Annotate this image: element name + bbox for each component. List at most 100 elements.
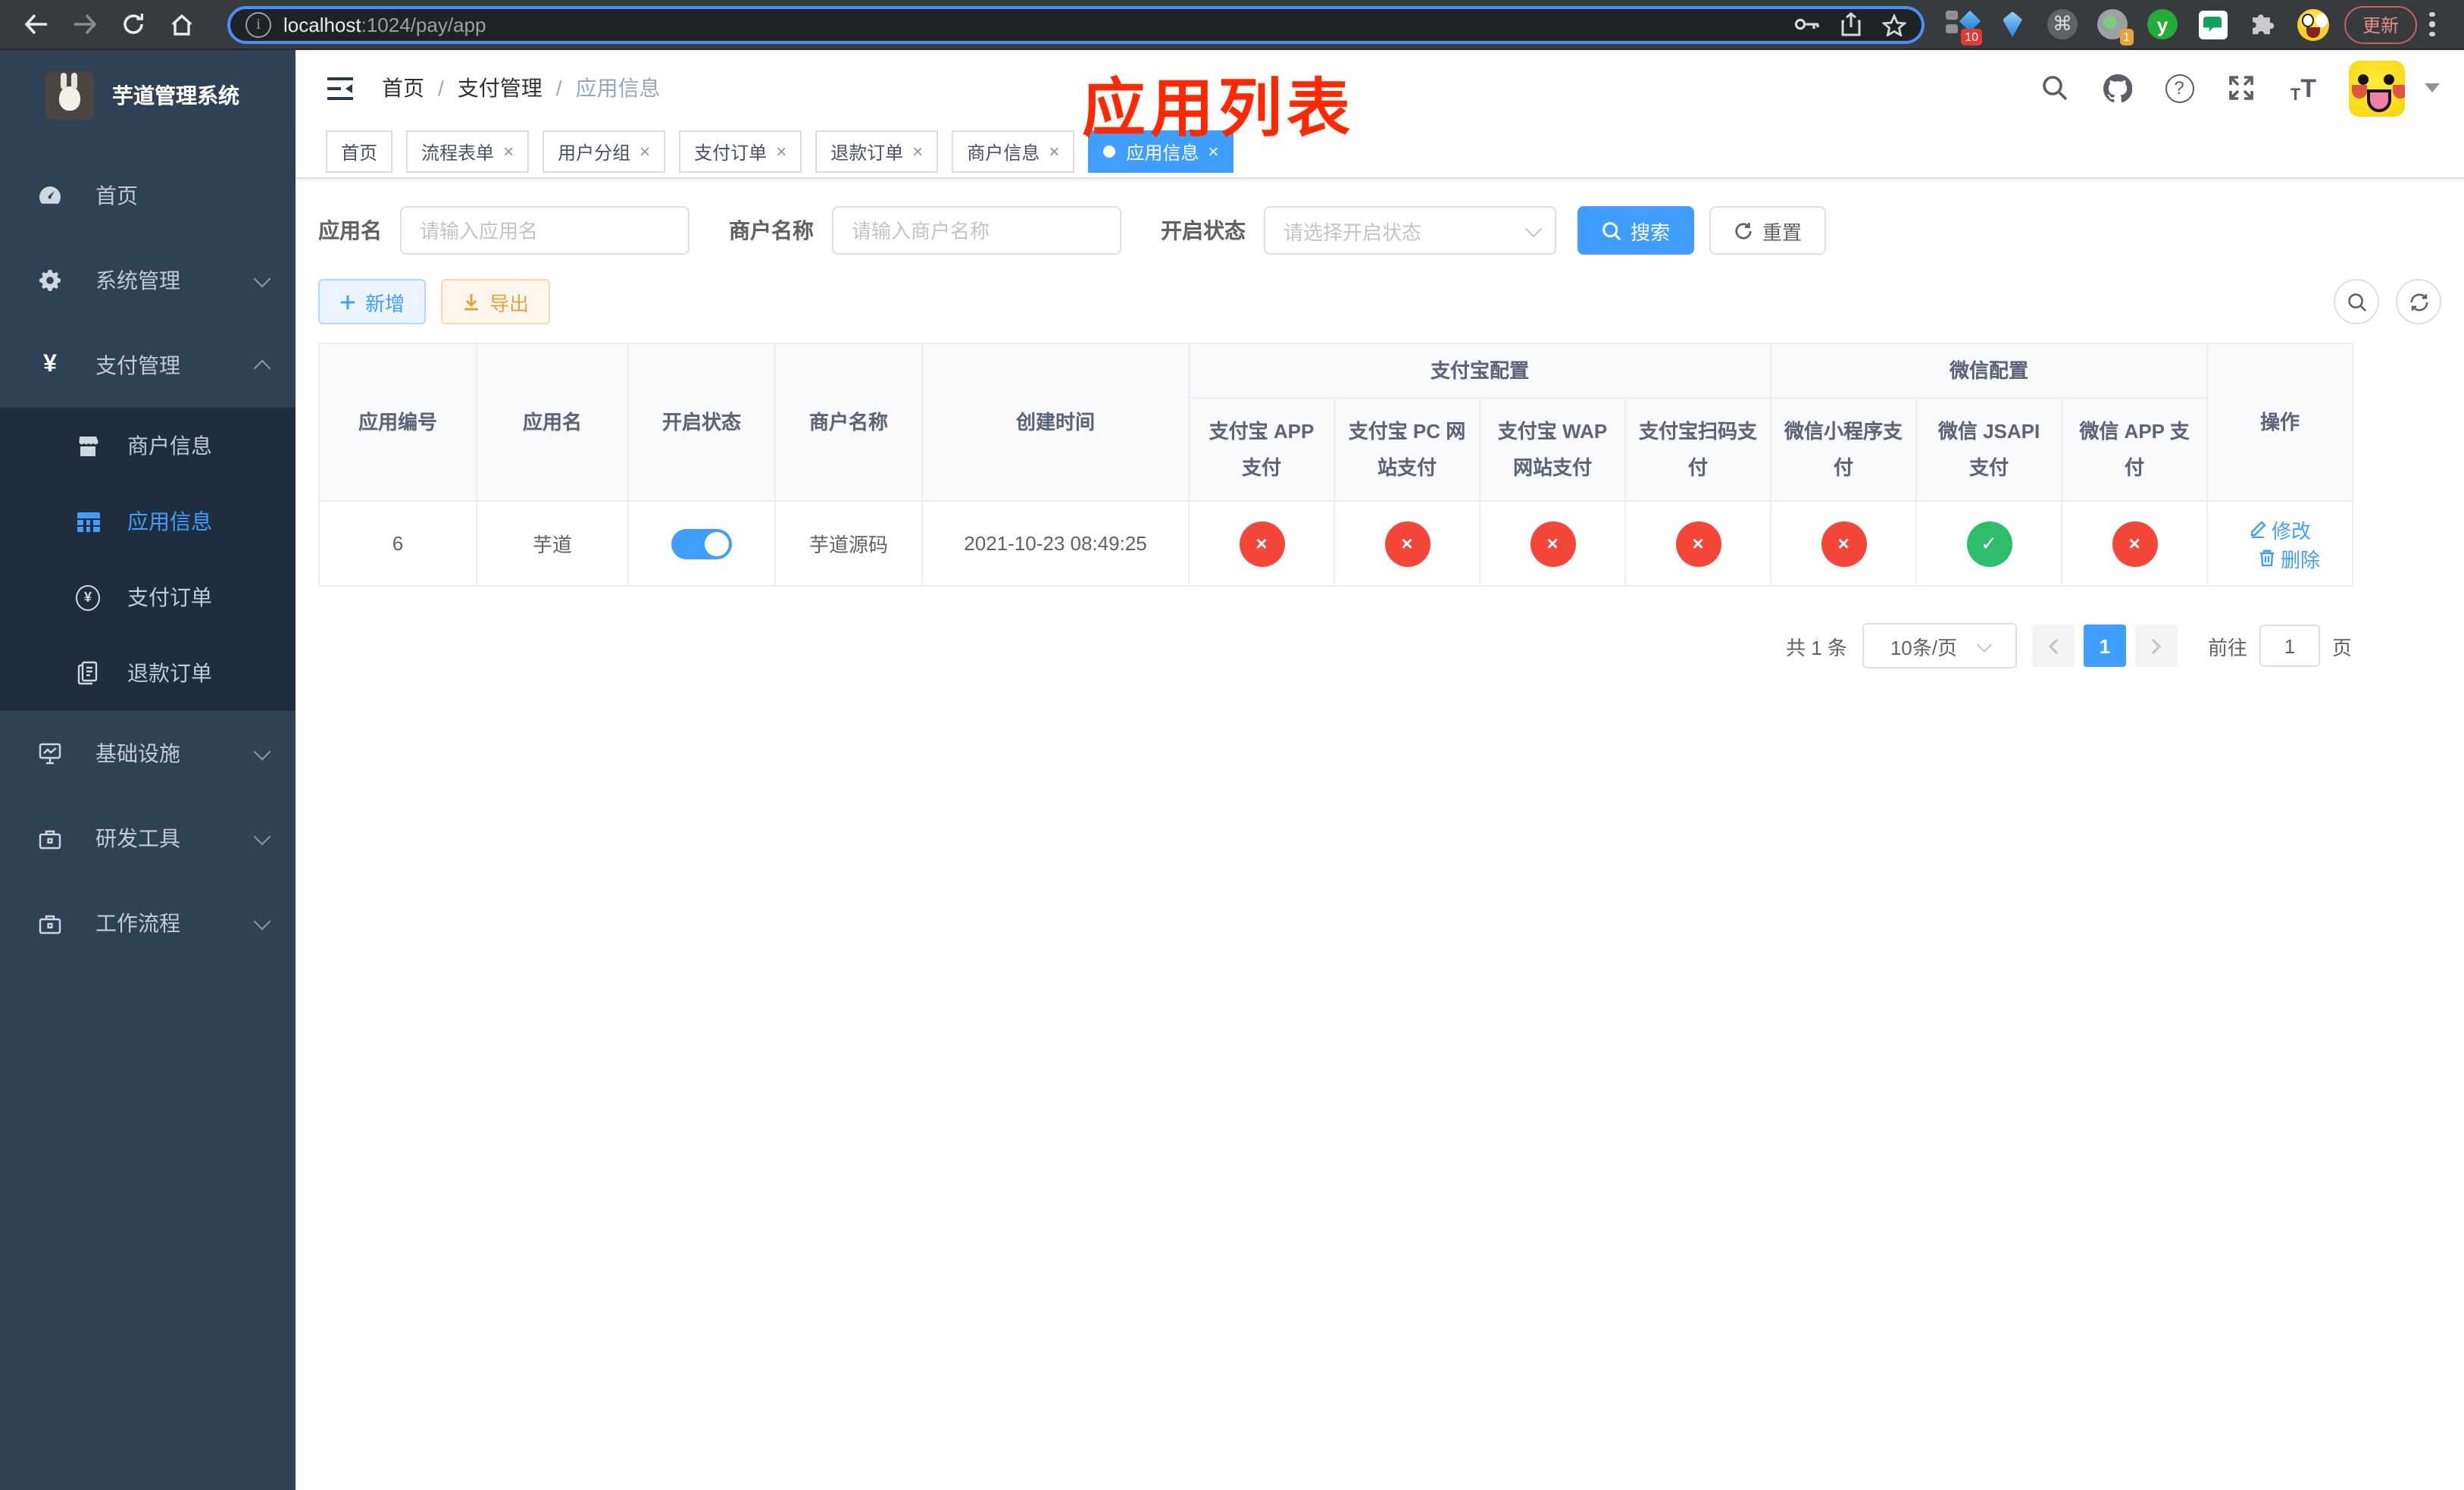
github-icon[interactable] bbox=[2100, 71, 2134, 105]
sidebar-item-devtools[interactable]: 研发工具 bbox=[0, 796, 295, 881]
breadcrumb-home[interactable]: 首页 bbox=[382, 73, 424, 103]
close-icon[interactable]: × bbox=[1049, 141, 1059, 162]
page-content: 应用名 商户名称 开启状态 请选择开启状态 搜索 重置 bbox=[295, 179, 2464, 1490]
app-logo[interactable]: 芋道管理系统 bbox=[0, 50, 295, 141]
status-select[interactable]: 请选择开启状态 bbox=[1264, 206, 1556, 255]
sidebar-item-refund-order[interactable]: 退款订单 bbox=[0, 635, 295, 711]
browser-forward-icon[interactable] bbox=[67, 6, 103, 42]
goto-page-input[interactable] bbox=[2259, 624, 2320, 667]
bookmark-star-icon[interactable] bbox=[1882, 13, 1906, 36]
share-icon[interactable] bbox=[1841, 12, 1861, 36]
breadcrumb-payment[interactable]: 支付管理 bbox=[458, 73, 543, 103]
col-header-actions: 操作 bbox=[2206, 343, 2354, 502]
browser-reload-icon[interactable] bbox=[115, 6, 152, 42]
delete-link[interactable]: 删除 bbox=[2258, 543, 2320, 572]
help-icon[interactable]: ? bbox=[2162, 71, 2196, 105]
breadcrumb: 首页 / 支付管理 / 应用信息 bbox=[382, 73, 661, 103]
close-icon[interactable]: × bbox=[639, 141, 650, 162]
close-icon[interactable]: × bbox=[776, 141, 786, 162]
chevron-down-icon bbox=[1524, 220, 1543, 238]
reset-button[interactable]: 重置 bbox=[1709, 206, 1827, 255]
tab-user-group[interactable]: 用户分组 × bbox=[543, 130, 666, 173]
yen-circle-icon: ¥ bbox=[76, 584, 100, 610]
col-group-alipay: 支付宝配置 bbox=[1187, 343, 1772, 399]
chevron-up-icon bbox=[253, 359, 271, 377]
extension-badge: 10 bbox=[1961, 29, 1982, 45]
col-header-app-name: 应用名 bbox=[476, 343, 629, 502]
edit-link[interactable]: 修改 bbox=[2249, 515, 2311, 543]
browser-home-icon[interactable] bbox=[164, 6, 200, 42]
extensions-puzzle-icon[interactable] bbox=[2246, 8, 2279, 41]
browser-back-icon[interactable] bbox=[18, 6, 55, 42]
sidebar-item-app-info[interactable]: 应用信息 bbox=[0, 484, 295, 559]
page-number-button[interactable]: 1 bbox=[2083, 624, 2126, 667]
cell-merchant: 芋道源码 bbox=[774, 500, 923, 587]
col-header-alipay-pc: 支付宝 PC 网站支付 bbox=[1334, 397, 1481, 502]
status-x-icon: × bbox=[1530, 521, 1575, 566]
extension-emoji-icon[interactable] bbox=[2296, 8, 2329, 41]
sidebar-item-merchant-info[interactable]: 商户信息 bbox=[0, 408, 295, 484]
extension-gem-icon[interactable] bbox=[1996, 8, 2029, 41]
user-avatar[interactable] bbox=[2349, 60, 2405, 116]
chevron-down-icon bbox=[253, 827, 271, 845]
browser-update-button[interactable]: 更新 bbox=[2344, 5, 2418, 43]
document-icon bbox=[76, 661, 100, 685]
password-key-icon[interactable] bbox=[1794, 17, 1820, 32]
url-text: localhost:1024/pay/app bbox=[283, 13, 486, 36]
status-x-icon: × bbox=[2112, 521, 2158, 566]
prev-page-button[interactable] bbox=[2031, 624, 2075, 667]
search-icon[interactable] bbox=[2038, 71, 2072, 105]
browser-menu-icon[interactable] bbox=[2429, 11, 2435, 37]
cell-app-name: 芋道 bbox=[476, 500, 629, 587]
address-bar[interactable]: i localhost:1024/pay/app bbox=[227, 5, 1925, 43]
extension-circle-icon[interactable]: 1 bbox=[2096, 8, 2134, 45]
page-size-select[interactable]: 10条/页 bbox=[1862, 623, 2017, 668]
page-unit-label: 页 bbox=[2331, 636, 2352, 659]
tags-view-bar: 首页 流程表单 × 用户分组 × 支付订单 × 退款订单 × 商户信息 × 应用信息 × bbox=[295, 126, 2464, 179]
tab-merchant-info[interactable]: 商户信息 × bbox=[952, 130, 1075, 173]
sidebar-item-system[interactable]: 系统管理 bbox=[0, 238, 295, 323]
export-button[interactable]: 导出 bbox=[441, 279, 551, 324]
shop-icon bbox=[76, 434, 100, 458]
sidebar-fold-icon[interactable] bbox=[326, 75, 355, 101]
tab-home[interactable]: 首页 bbox=[326, 130, 393, 173]
extension-chat-icon[interactable] bbox=[2196, 8, 2229, 41]
sidebar: 芋道管理系统 首页 系统管理 ¥ 支付管理 商户信息 应用信息 ¥ 支付订单 退… bbox=[0, 50, 295, 1490]
briefcase-icon bbox=[38, 826, 62, 850]
briefcase-icon bbox=[38, 911, 62, 935]
chevron-down-icon bbox=[253, 912, 271, 930]
app-name-input[interactable] bbox=[400, 206, 689, 255]
font-size-icon[interactable]: TT bbox=[2287, 71, 2320, 105]
close-icon[interactable]: × bbox=[503, 141, 514, 162]
toggle-search-button[interactable] bbox=[2334, 279, 2379, 324]
refresh-button[interactable] bbox=[2396, 279, 2441, 324]
cell-app-id: 6 bbox=[318, 500, 477, 587]
next-page-button[interactable] bbox=[2134, 624, 2178, 667]
close-icon[interactable]: × bbox=[912, 141, 923, 162]
tab-refund-order[interactable]: 退款订单 × bbox=[815, 130, 939, 173]
tab-process-form[interactable]: 流程表单 × bbox=[406, 130, 530, 173]
merchant-name-input[interactable] bbox=[832, 206, 1121, 255]
browser-toolbar: i localhost:1024/pay/app 10 ⌘ 1 y 更新 bbox=[0, 0, 2464, 50]
sidebar-item-pay-order[interactable]: ¥ 支付订单 bbox=[0, 559, 295, 635]
sidebar-item-payment[interactable]: ¥ 支付管理 bbox=[0, 323, 295, 408]
extension-badge: 1 bbox=[2119, 29, 2134, 45]
add-button[interactable]: 新增 bbox=[318, 279, 427, 324]
search-button[interactable]: 搜索 bbox=[1578, 206, 1695, 255]
status-x-icon: × bbox=[1821, 521, 1867, 566]
tab-pay-order[interactable]: 支付订单 × bbox=[679, 130, 802, 173]
site-info-icon[interactable]: i bbox=[245, 11, 271, 37]
col-group-wechat: 微信配置 bbox=[1770, 343, 2209, 399]
status-toggle[interactable] bbox=[671, 528, 732, 559]
avatar-caret-icon[interactable] bbox=[2425, 83, 2440, 92]
sidebar-item-workflow[interactable]: 工作流程 bbox=[0, 881, 295, 966]
extension-y-icon[interactable]: y bbox=[2146, 8, 2179, 41]
pagination: 共 1 条 10条/页 1 前往 1 页 bbox=[318, 623, 2352, 668]
cell-create-time: 2021-10-23 08:49:25 bbox=[921, 500, 1190, 587]
sidebar-item-infra[interactable]: 基础设施 bbox=[0, 711, 295, 796]
extension-tabs-icon[interactable]: 10 bbox=[1946, 8, 1982, 45]
fullscreen-icon[interactable] bbox=[2225, 71, 2258, 105]
col-header-app-id: 应用编号 bbox=[318, 343, 477, 502]
extension-command-icon[interactable]: ⌘ bbox=[2046, 8, 2079, 41]
sidebar-item-home[interactable]: 首页 bbox=[0, 153, 295, 238]
